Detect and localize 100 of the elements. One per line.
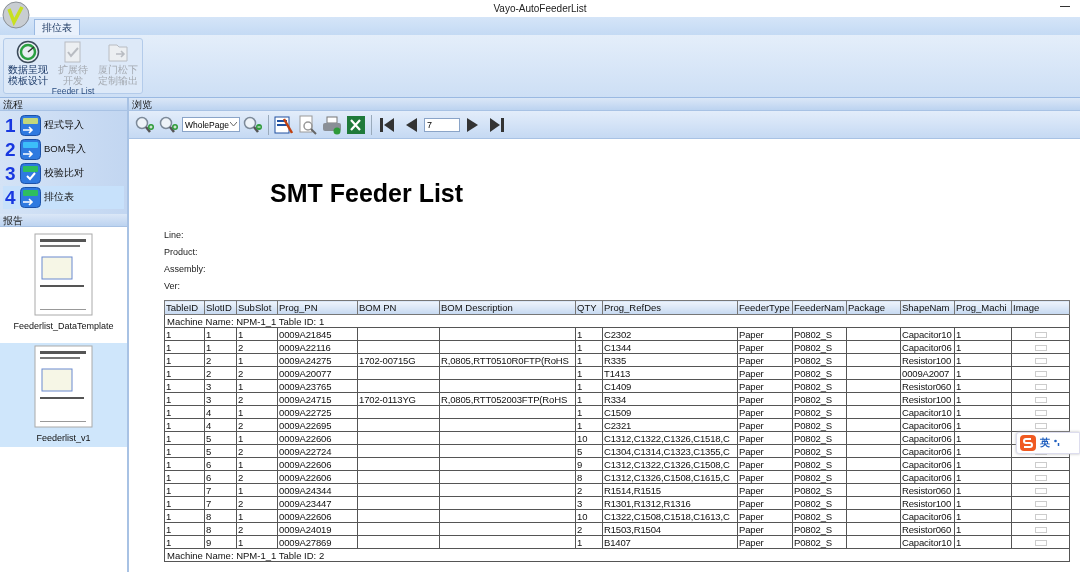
preview-button[interactable]: [297, 113, 319, 136]
step-icon: [20, 163, 41, 184]
report-item[interactable]: Feederlist_v1: [0, 343, 127, 447]
table-cell: 0009A20077: [277, 366, 358, 380]
table-cell: 1: [164, 431, 205, 445]
table-cell: 1702-00715G: [357, 353, 440, 367]
ribbon-tab[interactable]: 排位表: [34, 19, 80, 35]
table-cell: 2: [236, 470, 278, 484]
table-cell: R334: [602, 392, 738, 406]
step-item[interactable]: 1 程式导入: [3, 114, 124, 137]
table-cell: 1: [164, 340, 205, 354]
table-cell: 0009A24275: [277, 353, 358, 367]
table-cell: 1: [164, 470, 205, 484]
image-placeholder-icon: [1034, 331, 1047, 338]
table-cell: 0009A21845: [277, 327, 358, 341]
previous-icon: [404, 116, 418, 133]
table-cell: 2: [236, 340, 278, 354]
table-cell: 1: [236, 353, 278, 367]
table-cell: Paper: [737, 431, 793, 445]
table-cell: Resistor060: [900, 483, 955, 497]
table-cell: 9: [204, 535, 237, 549]
table-cell: T1413: [602, 366, 738, 380]
image-placeholder-icon: [1034, 396, 1047, 403]
input-method-indicator[interactable]: 英: [1016, 432, 1080, 454]
pane-header: 流程: [0, 98, 127, 111]
table-cell: P0802_S: [792, 457, 847, 471]
table-cell: 1: [204, 340, 237, 354]
table-cell: 2: [236, 444, 278, 458]
table-cell: [846, 535, 901, 549]
step-item[interactable]: 3 校验比对: [3, 162, 124, 185]
table-cell: [846, 405, 901, 419]
step-item[interactable]: 4 排位表: [3, 186, 124, 209]
table-cell: 1: [236, 405, 278, 419]
table-cell: R,0805,RTT0510R0FTP(RoHS: [439, 353, 576, 367]
table-cell: [846, 483, 901, 497]
table-cell: [846, 444, 901, 458]
table-cell: 0009A22695: [277, 418, 358, 432]
table-cell: 1: [164, 418, 205, 432]
step-icon: [20, 139, 41, 160]
report-field-label: Line:: [164, 230, 185, 242]
table-cell: 1: [954, 535, 1012, 549]
table-cell: 1: [164, 327, 205, 341]
table-cell: 1: [164, 405, 205, 419]
table-cell: Capacitor06: [900, 418, 955, 432]
step-item[interactable]: 2 BOM导入: [3, 138, 124, 161]
image-placeholder-icon: [1034, 344, 1047, 351]
excel-export-button[interactable]: [345, 113, 367, 136]
table-cell: 0009A27869: [277, 535, 358, 549]
table-cell: 2: [204, 353, 237, 367]
print-button[interactable]: [321, 113, 343, 136]
table-cell: Capacitor06: [900, 457, 955, 471]
table-cell: 1: [954, 340, 1012, 354]
report-item[interactable]: Feederlist_DataTemplate: [0, 231, 127, 335]
zoom-select[interactable]: WholePage: [182, 117, 240, 132]
table-cell: C1312,C1322,C1326,C1518,C: [602, 431, 738, 445]
group-label: Feeder List: [50, 86, 96, 97]
table-cell: 6: [204, 470, 237, 484]
last-page-icon: [489, 116, 505, 133]
table-cell: 1: [236, 457, 278, 471]
table-cell: P0802_S: [792, 405, 847, 419]
table-cell: 1: [954, 366, 1012, 380]
image-placeholder-icon: [1034, 370, 1047, 377]
table-cell: P0802_S: [792, 379, 847, 393]
ribbon-button[interactable]: 数据呈现 模板设计: [6, 40, 50, 86]
table-cell: [846, 392, 901, 406]
table-cell: 0009A22606: [277, 431, 358, 445]
table-cell: C2302: [602, 327, 738, 341]
table-cell: 9: [575, 457, 603, 471]
table-cell: Capacitor06: [900, 509, 955, 523]
zoom-out-icon: [243, 115, 263, 134]
image-placeholder-icon: [1034, 383, 1047, 390]
table-cell: 1: [236, 327, 278, 341]
page-number-field[interactable]: 7: [424, 117, 460, 132]
table-cell: P0802_S: [792, 353, 847, 367]
table-cell: 7: [204, 483, 237, 497]
checklist-icon: [62, 40, 84, 64]
table-cell: 1: [954, 353, 1012, 367]
table-cell: 6: [204, 457, 237, 471]
report-field-label: Ver:: [164, 281, 181, 293]
table-cell: 0009A2007: [900, 366, 955, 380]
table-cell: 1: [575, 392, 603, 406]
table-cell: Capacitor10: [900, 405, 955, 419]
table-cell: Paper: [737, 327, 793, 341]
table-cell: 1: [164, 366, 205, 380]
image-placeholder-icon: [1034, 526, 1047, 533]
table-cell: 1: [164, 483, 205, 497]
table-cell: Resistor100: [900, 392, 955, 406]
table-cell: [846, 366, 901, 380]
image-placeholder-icon: [1034, 513, 1047, 520]
table-cell: 0009A23765: [277, 379, 358, 393]
table-cell: [846, 509, 901, 523]
table-cell: Resistor060: [900, 522, 955, 536]
table-cell: 1: [236, 431, 278, 445]
table-cell: 1: [954, 405, 1012, 419]
pane-header: 浏览: [129, 98, 1080, 111]
table-cell: 2: [575, 483, 603, 497]
table-cell: [846, 418, 901, 432]
image-placeholder-icon: [1034, 487, 1047, 494]
table-cell: Paper: [737, 444, 793, 458]
edit-report-button[interactable]: [273, 113, 295, 136]
